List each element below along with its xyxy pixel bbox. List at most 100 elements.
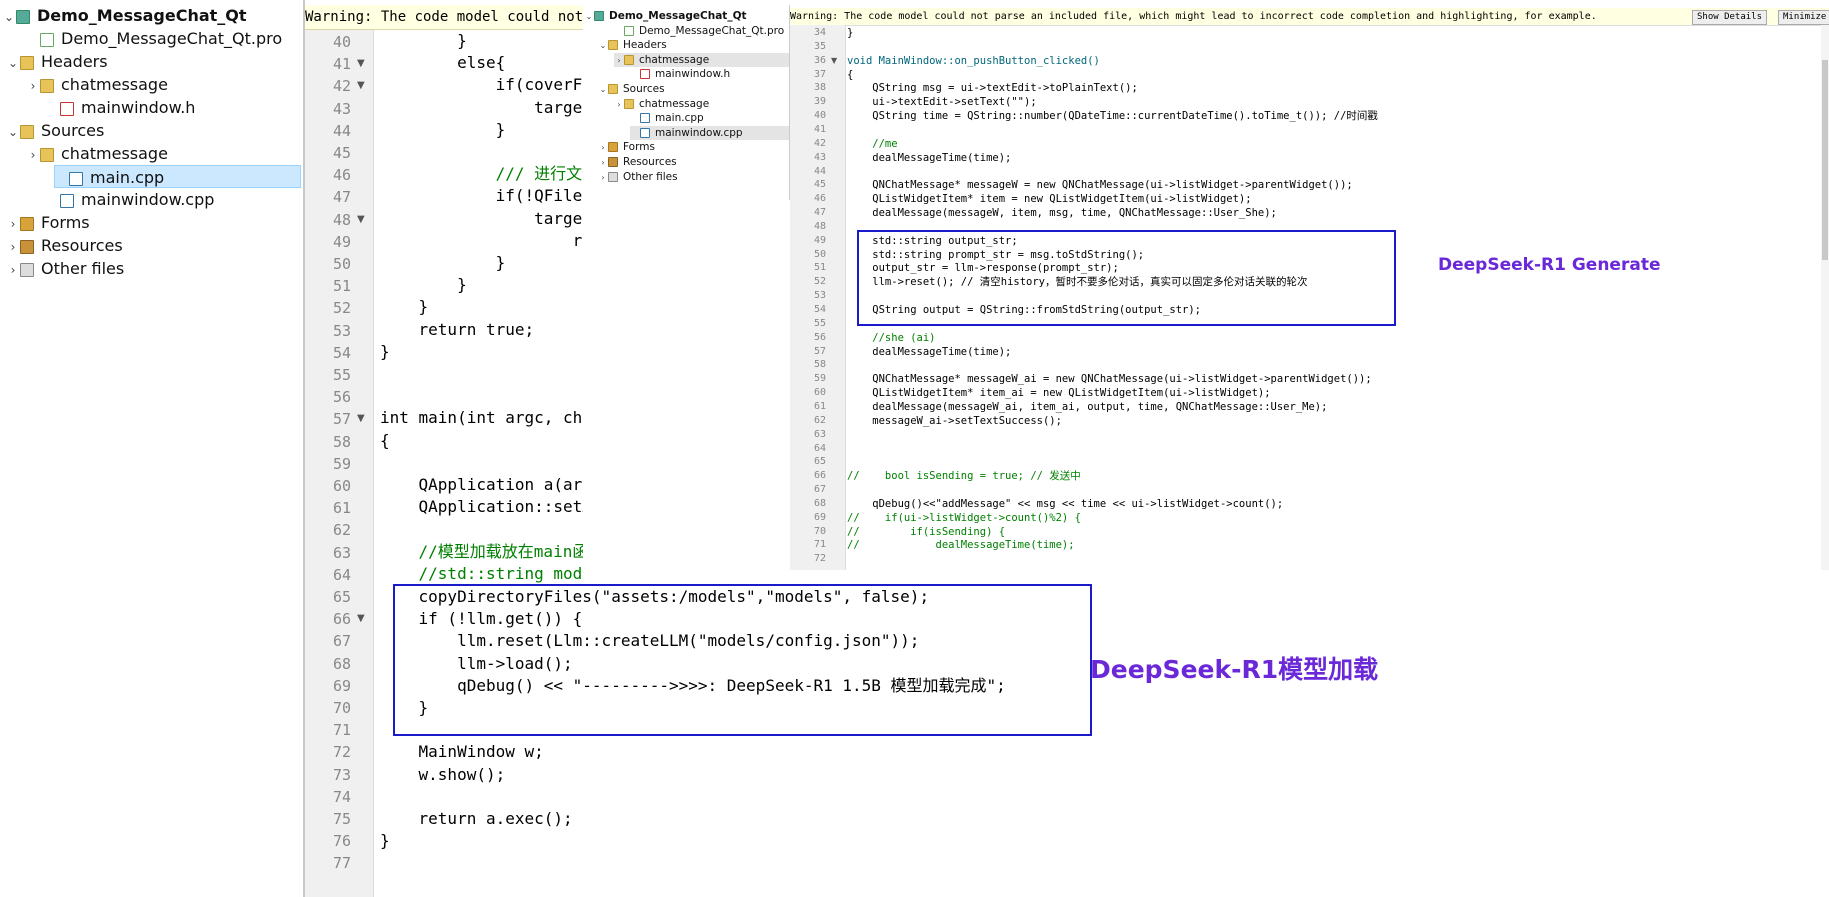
code-line: MainWindow w; xyxy=(380,742,544,762)
expand-arrow-icon[interactable]: › xyxy=(26,144,40,167)
expand-arrow-icon[interactable]: ⌄ xyxy=(6,121,20,144)
line-number: 62 xyxy=(813,414,826,426)
fold-arrow-icon[interactable]: ▼ xyxy=(357,408,365,430)
tree-item-label: Sources xyxy=(41,121,105,140)
line-number: 48 xyxy=(332,210,351,229)
tree-small-item[interactable]: › chatmessage xyxy=(614,52,789,68)
folder-icon xyxy=(20,124,34,139)
expand-arrow-icon[interactable]: › xyxy=(6,213,20,236)
expand-arrow-icon[interactable]: › xyxy=(598,171,608,185)
tree-item-mainwindow-h[interactable]: mainwindow.h xyxy=(46,96,195,119)
tree-small-item[interactable]: ⌄ Headers xyxy=(598,38,667,52)
line-number: 60 xyxy=(332,477,351,495)
tree-item-label: mainwindow.cpp xyxy=(81,190,215,209)
code-line: { xyxy=(847,68,854,81)
expand-arrow-icon[interactable]: › xyxy=(614,54,624,68)
code-line: qDebug()<<"addMessage" << msg << time <<… xyxy=(847,497,1284,510)
line-number: 53 xyxy=(332,321,351,340)
code-line: QNChatMessage* messageW_ai = new QNChatM… xyxy=(847,373,1372,386)
cpp-icon xyxy=(640,113,650,124)
line-number: 74 xyxy=(332,787,351,806)
tree-small-item[interactable]: mainwindow.h xyxy=(630,67,730,81)
line-number: 66 xyxy=(813,470,826,482)
fold-arrow-icon[interactable]: ▼ xyxy=(357,53,365,75)
line-number: 46 xyxy=(813,193,826,205)
tree-item-sources[interactable]: ⌄ Sources xyxy=(6,119,104,142)
editor-main-viewport[interactable]: } else{ if(coverFileIfExist) targetDir.r… xyxy=(375,30,583,600)
tree-item-forms[interactable]: › Forms xyxy=(6,211,90,234)
code-line: return a.exec(); xyxy=(380,809,573,828)
model-load-highlight-box xyxy=(393,584,1092,736)
code-line: dealMessageTime(time); xyxy=(847,151,1012,164)
tree-item-other-files[interactable]: › Other files xyxy=(6,257,125,282)
fold-arrow-icon[interactable]: ▼ xyxy=(357,209,365,231)
tree-small-item[interactable]: › Resources xyxy=(598,155,676,170)
warning-text: Warning: The code model could not xyxy=(305,9,583,25)
expand-arrow-icon[interactable]: ⌄ xyxy=(584,10,594,24)
line-number: 47 xyxy=(332,188,351,207)
tree-small-item[interactable]: main.cpp xyxy=(630,111,704,125)
folder-icon xyxy=(20,55,34,70)
line-number: 75 xyxy=(332,810,351,828)
tree-item-chatmessage[interactable]: › chatmessage xyxy=(26,73,168,96)
tree-small-root[interactable]: ⌄ Demo_MessageChat_Qt xyxy=(584,9,747,23)
tree-item-label: Forms xyxy=(41,213,90,232)
expand-arrow-icon[interactable]: › xyxy=(598,141,608,155)
code-line: // if(ui->listWidget->count()%2) { xyxy=(847,511,1081,524)
show-details-button[interactable]: Show Details xyxy=(1692,10,1768,25)
tree-item-label: Forms xyxy=(623,141,655,154)
line-number: 39 xyxy=(813,96,826,108)
code-line: QString msg = ui->textEdit->toPlainText(… xyxy=(847,82,1138,95)
expand-arrow-icon[interactable]: ⌄ xyxy=(598,39,608,53)
expand-arrow-icon[interactable]: › xyxy=(6,259,20,282)
expand-arrow-icon[interactable]: › xyxy=(6,236,20,259)
expand-arrow-icon[interactable]: ⌄ xyxy=(2,6,16,29)
tree-root-project[interactable]: ⌄ Demo_MessageChat_Qt xyxy=(2,4,247,27)
code-line: } xyxy=(380,297,429,317)
resources-folder-icon xyxy=(20,239,34,254)
fold-arrow-icon[interactable]: ▼ xyxy=(357,75,365,97)
tree-small-item[interactable]: › Forms xyxy=(598,140,655,154)
scrollbar-thumb[interactable] xyxy=(1822,60,1828,260)
expand-arrow-icon[interactable]: ⌄ xyxy=(598,83,608,97)
expand-arrow-icon[interactable]: › xyxy=(598,156,608,170)
line-number: 54 xyxy=(332,343,351,362)
tree-item-main-cpp[interactable]: main.cpp xyxy=(54,165,301,188)
other-files-icon xyxy=(20,262,34,277)
tree-item-chatmessage[interactable]: › chatmessage xyxy=(26,142,168,165)
tree-item-mainwindow-cpp[interactable]: mainwindow.cpp xyxy=(46,188,214,211)
expand-arrow-icon[interactable]: › xyxy=(26,75,40,98)
line-number: 47 xyxy=(813,207,826,219)
line-number: 65 xyxy=(332,588,351,606)
pro-file-icon xyxy=(40,32,54,47)
forms-icon xyxy=(608,142,618,153)
expand-arrow-icon[interactable]: ⌄ xyxy=(6,52,20,75)
code-line: int main(int argc, char *argv[]) xyxy=(380,408,583,428)
code-line: if(coverFileIfExist) xyxy=(495,75,583,95)
fold-arrow-icon[interactable]: ▼ xyxy=(357,608,365,630)
tree-item-label: chatmessage xyxy=(61,75,168,94)
tree-item-label: Headers xyxy=(41,52,108,71)
tree-small-item[interactable]: › Other files xyxy=(598,170,677,185)
fold-arrow-icon[interactable]: ▼ xyxy=(831,56,837,65)
line-number: 70 xyxy=(813,525,826,537)
line-number: 46 xyxy=(332,166,351,185)
tree-small-item[interactable]: mainwindow.cpp xyxy=(630,125,789,140)
minimize-button[interactable]: Minimize xyxy=(1778,10,1829,25)
tree-item-headers[interactable]: ⌄ Headers xyxy=(6,50,108,73)
generate-annotation: DeepSeek-R1 Generate xyxy=(1438,255,1661,275)
code-line: // bool isSending = true; // 发送中 xyxy=(847,470,1081,483)
tree-small-item[interactable]: › chatmessage xyxy=(614,97,709,111)
expand-arrow-icon[interactable]: › xyxy=(614,98,624,112)
tree-item-demo-messagechat-qt-pro[interactable]: Demo_MessageChat_Qt.pro xyxy=(26,27,282,50)
model-load-annotation: DeepSeek-R1模型加载 xyxy=(1090,655,1379,684)
tree-item-label: Demo_MessageChat_Qt.pro xyxy=(639,24,785,37)
cpp-file-icon xyxy=(60,193,74,208)
tree-small-item[interactable]: Demo_MessageChat_Qt.pro xyxy=(614,24,784,38)
line-number: 62 xyxy=(332,521,351,540)
line-number: 51 xyxy=(813,262,826,274)
code-line: // if(isSending) { xyxy=(847,525,1006,538)
tree-item-label: mainwindow.cpp xyxy=(655,126,743,139)
tree-item-resources[interactable]: › Resources xyxy=(6,234,123,257)
tree-small-item[interactable]: ⌄ Sources xyxy=(598,82,665,96)
